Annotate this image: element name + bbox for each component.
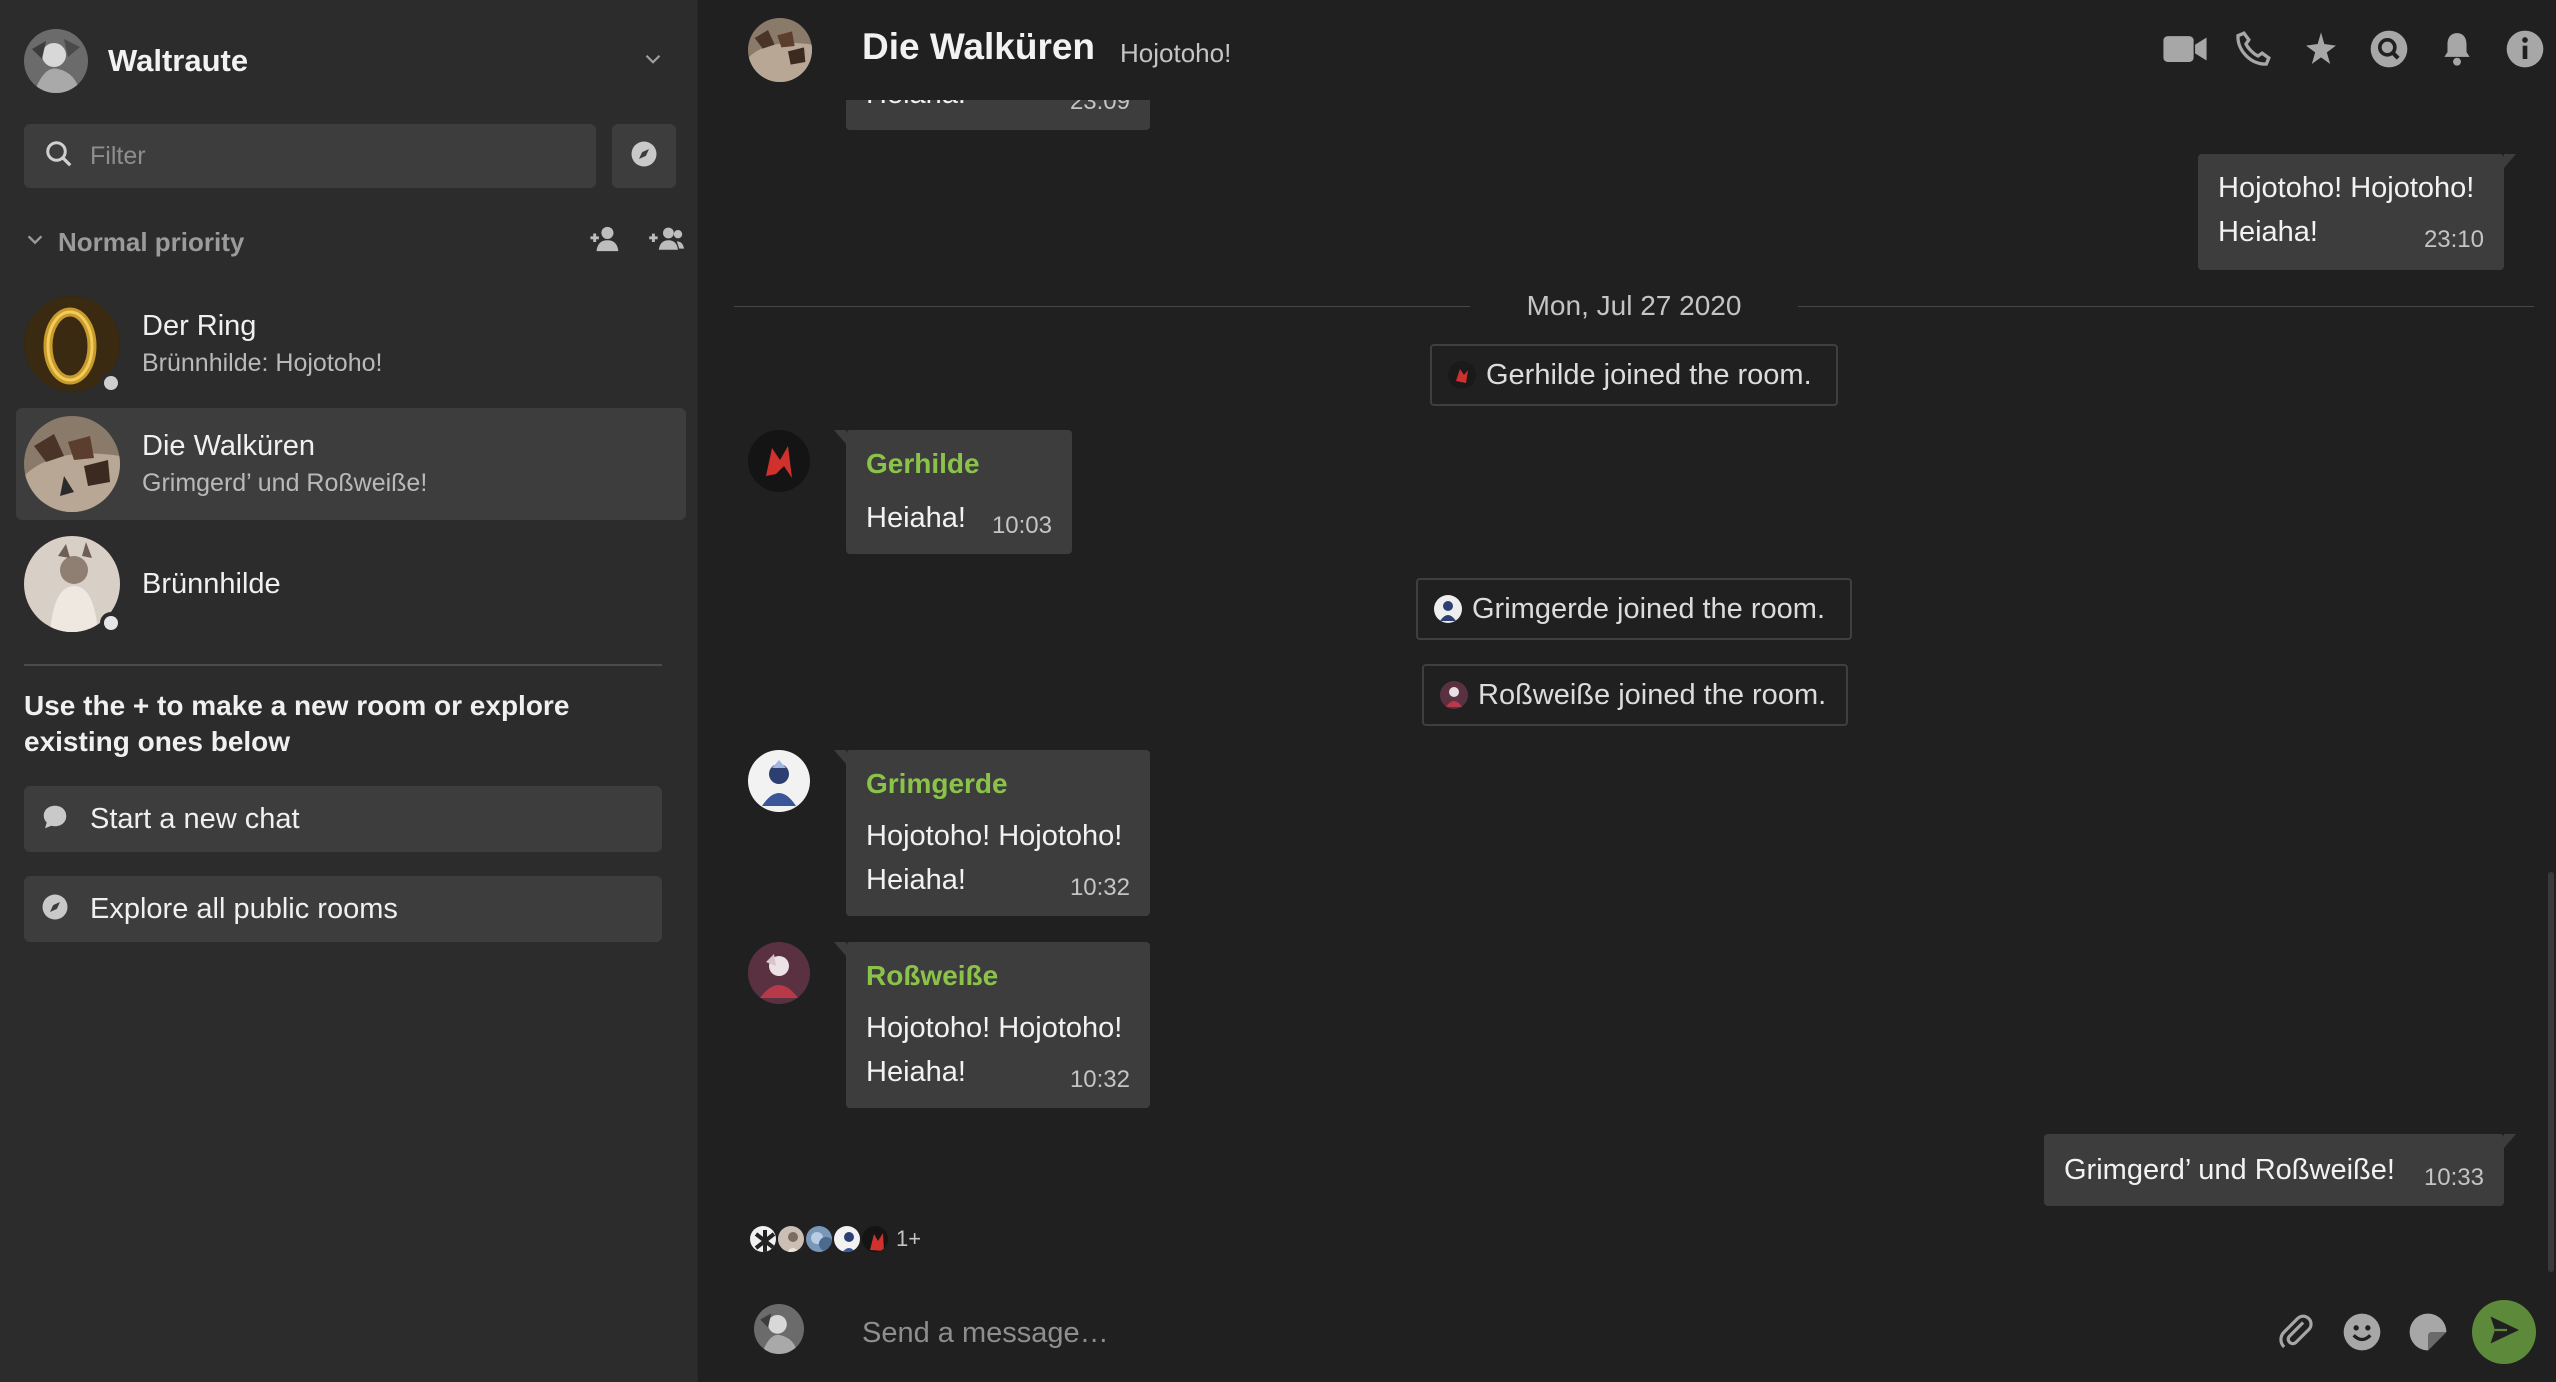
message-time: 23:10 xyxy=(2423,226,2484,253)
message-body-line: Heiaha! xyxy=(2218,216,2318,248)
video-call-icon[interactable] xyxy=(2162,26,2208,72)
add-room-icon[interactable] xyxy=(648,224,684,259)
timeline-scrollbar[interactable] xyxy=(2548,872,2554,1272)
room-avatar xyxy=(24,296,122,394)
sticker-icon[interactable] xyxy=(2406,1310,2450,1354)
section-title: Normal priority xyxy=(58,226,245,257)
room-name: Brünnhilde xyxy=(142,567,281,600)
paperclip-icon[interactable] xyxy=(2274,1310,2318,1354)
filter-field[interactable] xyxy=(24,124,596,188)
start-chat-button[interactable]: Start a new chat xyxy=(24,786,662,852)
compass-icon xyxy=(40,892,70,927)
user-avatar[interactable] xyxy=(748,750,810,812)
notice-text: Gerhilde joined the room. xyxy=(1486,358,1812,391)
own-message-bubble[interactable]: Grimgerd’ und Roßweiße! 10:33 xyxy=(2044,1134,2516,1206)
message-body: Heiaha! xyxy=(866,502,966,534)
read-receipts[interactable]: 1+ xyxy=(748,1224,921,1254)
chevron-down-icon[interactable] xyxy=(24,229,46,256)
user-avatar xyxy=(1448,361,1476,389)
membership-notice: Grimgerde joined the room. xyxy=(1416,578,1852,640)
message-body-line: Hojotoho! Hojotoho! xyxy=(2218,172,2475,204)
notice-text: Grimgerde joined the room. xyxy=(1472,592,1825,625)
user-avatar xyxy=(860,1224,890,1254)
own-message-bubble[interactable]: Hojotoho! Hojotoho! Heiaha! 23:10 xyxy=(2198,154,2516,270)
phone-icon[interactable] xyxy=(2230,26,2276,72)
user-avatar xyxy=(1440,681,1468,709)
user-avatar xyxy=(832,1224,862,1254)
room-item-bruennhilde[interactable]: Brünnhilde xyxy=(16,528,686,640)
user-menu[interactable]: Waltraute xyxy=(24,28,674,94)
room-avatar xyxy=(24,416,120,512)
notice-text: Roßweiße joined the room. xyxy=(1478,678,1827,711)
date-separator: Mon, Jul 27 2020 xyxy=(734,286,2534,326)
search-icon[interactable] xyxy=(2366,26,2412,72)
user-avatar[interactable] xyxy=(748,942,810,1004)
room-section-header: Normal priority xyxy=(24,222,684,262)
message-time: 10:33 xyxy=(2423,1164,2484,1191)
room-list-sidebar: Waltraute Normal priority xyxy=(0,0,698,1382)
message-bubble[interactable]: Roßweiße Hojotoho! Hojotoho! Heiaha! 10:… xyxy=(834,942,1150,1108)
apps-icon[interactable] xyxy=(2298,26,2344,72)
user-avatar xyxy=(1434,595,1462,623)
explore-hint: Use the + to make a new room or explore … xyxy=(24,690,570,757)
chat-bubble-icon xyxy=(40,802,70,837)
membership-notice: Roßweiße joined the room. xyxy=(1422,664,1848,726)
message-bubble[interactable]: Grimgerde Hojotoho! Hojotoho! Heiaha! 10… xyxy=(834,750,1150,916)
room-avatar xyxy=(24,536,122,634)
message-time: 10:03 xyxy=(991,512,1052,539)
user-name: Waltraute xyxy=(108,43,249,78)
membership-notice: Gerhilde joined the room. xyxy=(1430,344,1838,406)
room-item-die-walkueren[interactable]: Die Walküren Grimgerd’ und Roßweiße! xyxy=(16,408,686,520)
room-item-der-ring[interactable]: Der Ring Brünnhilde: Hojotoho! xyxy=(16,288,686,400)
room-preview: Grimgerd’ und Roßweiße! xyxy=(142,469,428,497)
user-avatar xyxy=(804,1224,834,1254)
message-composer xyxy=(698,1282,2556,1382)
invite-user-icon[interactable] xyxy=(588,224,622,259)
compass-icon xyxy=(629,139,659,174)
user-avatar[interactable] xyxy=(748,430,810,492)
sender-name[interactable]: Roßweiße xyxy=(866,960,998,992)
info-icon[interactable] xyxy=(2502,26,2548,72)
public-room-badge xyxy=(100,372,122,394)
room-preview: Brünnhilde: Hojotoho! xyxy=(142,349,383,377)
message-bubble[interactable]: Gerhilde Heiaha! 10:03 xyxy=(834,430,1072,554)
message-time: 10:32 xyxy=(1069,874,1130,901)
room-name: Die Walküren xyxy=(142,430,315,462)
sender-name[interactable]: Gerhilde xyxy=(866,448,980,480)
explore-label: Explore all public rooms xyxy=(90,892,398,925)
message-time: 10:32 xyxy=(1069,1066,1130,1093)
user-avatar xyxy=(24,29,88,93)
date-separator-text: Mon, Jul 27 2020 xyxy=(1526,290,1742,321)
read-receipts-more: 1+ xyxy=(896,1226,922,1251)
chevron-down-icon[interactable] xyxy=(640,46,666,77)
message-body: Grimgerd’ und Roßweiße! xyxy=(2064,1154,2395,1186)
divider xyxy=(24,664,662,666)
room-avatar[interactable] xyxy=(748,18,812,82)
start-chat-label: Start a new chat xyxy=(90,802,300,835)
message-body-line: Hojotoho! Hojotoho! xyxy=(866,820,1123,852)
sender-name[interactable]: Grimgerde xyxy=(866,768,1008,800)
user-avatar xyxy=(748,1224,778,1254)
user-avatar xyxy=(754,1304,804,1354)
presence-indicator xyxy=(100,612,122,634)
message-body-line: Heiaha! xyxy=(866,1056,966,1088)
filter-input[interactable] xyxy=(90,141,570,171)
room-title[interactable]: Die Walküren xyxy=(862,26,1095,68)
user-avatar xyxy=(776,1224,806,1254)
explore-public-rooms-button[interactable]: Explore all public rooms xyxy=(24,876,662,942)
bell-icon[interactable] xyxy=(2434,26,2480,72)
search-icon xyxy=(44,139,74,174)
message-body-line: Heiaha! xyxy=(866,864,966,896)
send-icon xyxy=(2486,1312,2522,1353)
emoji-icon[interactable] xyxy=(2340,1310,2384,1354)
room-name: Der Ring xyxy=(142,310,257,342)
send-button[interactable] xyxy=(2472,1300,2536,1364)
explore-rooms-button[interactable] xyxy=(612,124,676,188)
room-topic: Hojotoho! xyxy=(1120,38,1232,68)
message-input[interactable] xyxy=(862,1308,2162,1358)
message-body-line: Hojotoho! Hojotoho! xyxy=(866,1012,1123,1044)
room-header: Die Walküren Hojotoho! xyxy=(698,0,2556,100)
room-view: Heiaha! 23:09 Die Walküren Hojotoho! xyxy=(698,0,2556,1382)
